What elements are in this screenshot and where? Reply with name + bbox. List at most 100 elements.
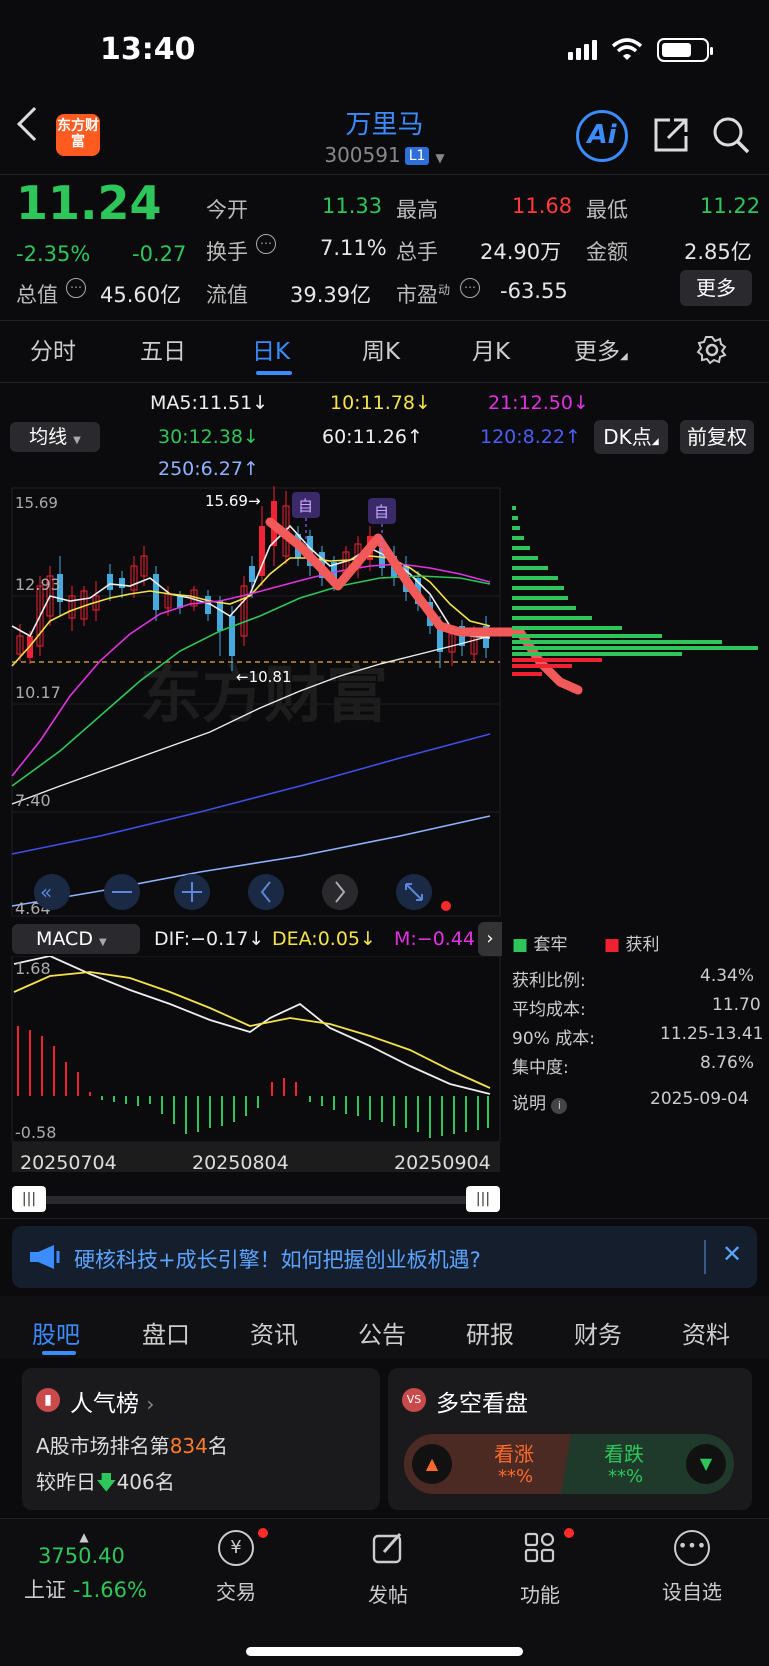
banner-text: 硬核科技+成长引擎！如何把握创业板机遇? — [74, 1248, 481, 1272]
period-tabs: 分时 五日 日K 周K 月K 更多◢ — [0, 332, 769, 380]
sentiment-title: 多空看盘 — [436, 1391, 528, 1417]
stock-code: 300591 — [324, 143, 401, 167]
chip-value: 4.34% — [700, 966, 755, 986]
max-marker: 15.69→ — [205, 492, 261, 510]
chip-date: 2025-09-04 — [650, 1089, 749, 1109]
status-icons — [568, 38, 713, 62]
chip-bar — [512, 646, 758, 650]
chip-bar — [512, 526, 520, 530]
tab-five-day[interactable]: 五日 — [140, 332, 186, 366]
chip-value: 11.70 — [712, 995, 761, 1015]
chip-label: 90% 成本: — [512, 1029, 595, 1049]
search-icon[interactable] — [710, 114, 752, 156]
tab-pankou[interactable]: 盘口 — [142, 1315, 190, 1350]
chip-label: 获利比例: — [512, 971, 586, 991]
date-label: 20250704 — [20, 1152, 117, 1174]
down-arrow-icon[interactable]: ▼ — [686, 1444, 726, 1484]
more-button[interactable]: 更多 — [680, 270, 752, 306]
chip-bar — [512, 556, 538, 560]
nav-trade-label: 交易 — [216, 1580, 256, 1604]
candlesticks — [16, 486, 489, 671]
macd-chart[interactable]: 1.68 -0.58 — [0, 956, 502, 1142]
info-icon[interactable]: ⋯ — [66, 278, 86, 298]
y-label: 7.40 — [15, 791, 51, 810]
rank-change-line: 较昨日🡇406名 — [36, 1470, 175, 1494]
tab-news[interactable]: 资讯 — [250, 1315, 298, 1350]
ma60-value: 60:11.26↑ — [322, 426, 423, 448]
promo-banner[interactable]: 硬核科技+成长引擎！如何把握创业板机遇? ✕ — [12, 1226, 757, 1288]
step-left-button[interactable] — [248, 874, 284, 910]
popularity-card[interactable]: ▮ 人气榜 › A股市场排名第834名 较昨日🡇406名 — [22, 1368, 380, 1510]
turnover-label: 换手 — [206, 240, 248, 264]
tab-research[interactable]: 研报 — [466, 1315, 514, 1350]
legend-trapped: ■ 套牢 — [512, 935, 568, 955]
chart-bars-icon: ▮ — [36, 1388, 60, 1412]
info-icon[interactable]: ⋯ — [460, 278, 480, 298]
ma30-value: 30:12.38↓ — [158, 426, 259, 448]
nav-add-watchlist[interactable]: ••• 设自选 — [652, 1530, 732, 1605]
nav-functions-label: 功能 — [520, 1583, 560, 1607]
nav-functions[interactable]: 功能 — [510, 1528, 574, 1608]
expand-panel-button[interactable]: › — [478, 922, 502, 956]
popularity-title: 人气榜 › — [70, 1391, 155, 1417]
range-slider-track[interactable] — [12, 1196, 500, 1204]
range-handle-right[interactable]: ||| — [466, 1186, 500, 1212]
chip-note[interactable]: 说明 i — [512, 1089, 568, 1114]
up-arrow-icon[interactable]: ▲ — [412, 1444, 452, 1484]
megaphone-icon — [30, 1245, 60, 1269]
change-amount: -0.27 — [132, 242, 187, 266]
high-label: 最高 — [396, 198, 438, 222]
tab-weekly-k[interactable]: 周K — [362, 332, 400, 366]
chip-bar — [512, 516, 518, 520]
yen-icon: ¥ — [218, 1530, 254, 1566]
macd-dea: DEA:0.05↓ — [272, 928, 376, 950]
tab-intraday[interactable]: 分时 — [30, 332, 76, 366]
tab-profile[interactable]: 资料 — [682, 1315, 730, 1350]
quote-divider — [0, 320, 769, 321]
dk-point-button[interactable]: DK点◢ — [594, 420, 668, 454]
settings-icon[interactable] — [696, 334, 728, 366]
tab-monthly-k[interactable]: 月K — [472, 332, 510, 366]
tab-finance[interactable]: 财务 — [574, 1315, 622, 1350]
ma250-value: 250:6.27↑ — [158, 458, 259, 480]
high-value: 11.68 — [512, 194, 573, 218]
tab-daily-k[interactable]: 日K — [252, 332, 290, 366]
ma21-value: 21:12.50↓ — [488, 392, 589, 414]
tab-guba[interactable]: 股吧 — [32, 1315, 80, 1350]
date-label: 20250804 — [192, 1152, 289, 1174]
macd-m: M:−0.44 — [394, 928, 476, 950]
chip-bar — [512, 566, 548, 570]
chip-bar — [512, 634, 662, 638]
chip-bar — [512, 672, 542, 676]
tab-more[interactable]: 更多◢ — [574, 332, 628, 366]
last-price: 11.24 — [16, 176, 162, 230]
ai-button[interactable]: Ai — [576, 110, 628, 162]
notification-dot — [258, 1528, 268, 1538]
nav-trade[interactable]: ¥ 交易 — [206, 1528, 268, 1605]
kline-chart[interactable]: 东方财富 15.69→ ←10.81 自 自 15.69 12.93 10.17… — [0, 486, 769, 920]
close-icon[interactable]: ✕ — [722, 1240, 742, 1268]
tab-announcements[interactable]: 公告 — [358, 1315, 406, 1350]
edit-icon — [372, 1533, 402, 1564]
low-label: 最低 — [586, 198, 628, 222]
wifi-icon — [611, 38, 643, 60]
index-row: 上证 -1.66% — [24, 1578, 147, 1602]
sentiment-card: VS 多空看盘 ▲ 看涨 **% 看跌 **% ▼ — [388, 1368, 752, 1510]
step-right-button[interactable] — [322, 874, 358, 910]
vs-icon: VS — [402, 1388, 426, 1412]
header-divider — [0, 174, 769, 175]
adjust-button[interactable]: 前复权 — [680, 420, 754, 454]
nav-post[interactable]: 发帖 — [358, 1530, 418, 1608]
nav-watchlist-label: 设自选 — [662, 1580, 722, 1604]
info-icon[interactable]: ⋯ — [256, 234, 276, 254]
low-value: 11.22 — [700, 194, 761, 218]
candle — [119, 578, 125, 588]
ma-selector[interactable]: 均线 ▼ — [10, 422, 100, 452]
indicator-selector[interactable]: MACD ▼ — [12, 924, 140, 954]
macd-y-bottom: -0.58 — [15, 1123, 56, 1142]
index-ticker[interactable]: ▲ 3750.40 上证 -1.66% — [24, 1530, 164, 1604]
share-icon[interactable] — [650, 114, 692, 156]
notification-dot — [564, 1528, 574, 1538]
range-handle-left[interactable]: ||| — [12, 1186, 46, 1212]
chip-bar — [512, 536, 524, 540]
